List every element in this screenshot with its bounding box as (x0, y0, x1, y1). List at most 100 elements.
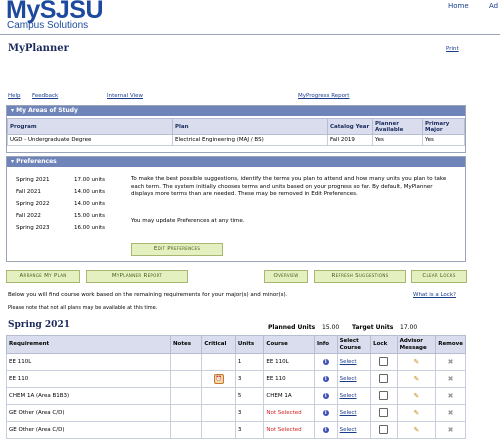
cell-info: i (313, 353, 338, 371)
preferences-description: To make the best possible suggestions, i… (131, 176, 447, 197)
cell-remove: ✖ (435, 387, 466, 405)
info-text: Below you will find course work based on… (8, 292, 288, 298)
cell-notes (169, 370, 203, 388)
cell-remove: ✖ (435, 404, 466, 422)
areas-of-study-table: Program Plan Catalog Year Planner Availa… (7, 118, 465, 146)
cell-lock (370, 353, 398, 371)
cell-select: Select (336, 370, 372, 388)
cell-select: Select (336, 353, 372, 371)
remove-x-icon[interactable]: ✖ (448, 409, 454, 417)
cell-course: Not Selected (263, 404, 315, 422)
arrange-my-plan-button[interactable]: Arrange My Plan (6, 270, 80, 283)
cell-notes (169, 404, 203, 422)
refresh-suggestions-button[interactable]: Refresh Suggestions (314, 270, 406, 283)
note-text: Please note that not all plans may be av… (8, 305, 158, 311)
list-item: Spring 2021 17.00 units (16, 177, 106, 183)
progress-report-link[interactable]: MyProgress Report (298, 93, 349, 99)
lock-checkbox[interactable] (379, 390, 389, 400)
table-row: GE Other (Area C/D) 3 Not Selected i Sel… (6, 404, 466, 422)
select-course-link[interactable]: Select (340, 427, 357, 433)
lock-checkbox[interactable] (379, 424, 389, 434)
list-item: Fall 2021 14.00 units (16, 189, 106, 195)
select-course-link[interactable]: Select (340, 410, 357, 416)
what-is-lock-link[interactable]: What is a Lock? (413, 292, 456, 298)
preferences-header[interactable]: ▾ Preferences (7, 157, 465, 167)
header-divider (0, 34, 500, 35)
term-plan-table: Requirement Notes Critical Units Course … (6, 335, 466, 439)
term-title: Spring 2021 (8, 320, 70, 330)
list-item: Fall 2022 15.00 units (16, 213, 106, 219)
list-item: Spring 2023 16.00 units (16, 225, 106, 231)
areas-of-study-header[interactable]: ▾ My Areas of Study (7, 106, 465, 116)
cell-info: i (313, 421, 338, 439)
lock-checkbox[interactable] (379, 356, 389, 366)
lock-checkbox[interactable] (379, 407, 389, 417)
pencil-icon[interactable]: ✎ (413, 375, 419, 383)
cell-course: CHEM 1A (263, 387, 315, 405)
target-units-value: 17.00 (400, 324, 418, 331)
clear-locks-button[interactable]: Clear Locks (411, 270, 467, 283)
cell-info: i (313, 370, 338, 388)
col-critical: Critical (201, 335, 236, 354)
cell-plan: Electrical Engineering (MAJ / BS) (172, 134, 328, 146)
remove-x-icon[interactable]: ✖ (448, 358, 454, 366)
planned-units-label: Planned Units (268, 324, 316, 331)
feedback-link[interactable]: Feedback (32, 93, 58, 99)
cell-critical (201, 404, 236, 422)
print-link[interactable]: Print (446, 46, 459, 52)
cell-course: Not Selected (263, 421, 315, 439)
cell-planner-available: Yes (372, 134, 423, 146)
top-link-ad[interactable]: Ad (489, 2, 498, 10)
col-advisor-message: Advisor Message (396, 335, 437, 354)
cell-course: EE 110L (263, 353, 315, 371)
cell-advisor: ✎ (396, 421, 437, 439)
cell-course: EE 110 (263, 370, 315, 388)
pencil-icon[interactable]: ✎ (413, 426, 419, 434)
internal-view-link[interactable]: Internal View (107, 93, 143, 99)
term-units-list: Spring 2021 17.00 units Fall 2021 14.00 un… (16, 174, 116, 234)
remove-x-icon[interactable]: ✖ (448, 375, 454, 383)
cell-advisor: ✎ (396, 387, 437, 405)
select-course-link[interactable]: Select (340, 393, 357, 399)
remove-x-icon[interactable]: ✖ (448, 392, 454, 400)
home-link[interactable]: Home (448, 2, 469, 10)
col-notes: Notes (169, 335, 203, 354)
info-icon[interactable]: i (322, 393, 329, 399)
cell-requirement: EE 110L (6, 353, 171, 371)
cell-requirement: GE Other (Area C/D) (6, 404, 171, 422)
edit-preferences-button[interactable]: Edit Preferences (131, 243, 223, 256)
cell-requirement: CHEM 1A (Area B1B3) (6, 387, 171, 405)
info-icon[interactable]: i (322, 359, 329, 365)
cell-critical: ⏰ (201, 370, 236, 388)
planned-units-value: 15.00 (322, 324, 340, 331)
info-icon[interactable]: i (322, 376, 329, 382)
lock-checkbox[interactable] (379, 373, 389, 383)
cell-program: UGD - Undergraduate Degree (7, 134, 173, 146)
select-course-link[interactable]: Select (340, 376, 357, 382)
pencil-icon[interactable]: ✎ (413, 358, 419, 366)
areas-of-study-title: My Areas of Study (16, 107, 78, 114)
help-link[interactable]: Help (8, 93, 21, 99)
table-row: GE Other (Area C/D) 3 Not Selected i Sel… (6, 421, 466, 439)
overview-button[interactable]: Overview (264, 270, 308, 283)
pencil-icon[interactable]: ✎ (413, 392, 419, 400)
page-title: MyPlanner (8, 43, 69, 54)
myplanner-report-button[interactable]: MyPlanner Report (86, 270, 188, 283)
cell-remove: ✖ (435, 353, 466, 371)
select-course-link[interactable]: Select (340, 359, 357, 365)
cell-units: 3 (234, 370, 265, 388)
cell-requirement: GE Other (Area C/D) (6, 421, 171, 439)
remove-x-icon[interactable]: ✖ (448, 426, 454, 434)
info-icon[interactable]: i (322, 410, 329, 416)
cell-advisor: ✎ (396, 404, 437, 422)
info-icon[interactable]: i (322, 427, 329, 433)
pencil-icon[interactable]: ✎ (413, 409, 419, 417)
cell-select: Select (336, 404, 372, 422)
cell-select: Select (336, 387, 372, 405)
table-row: CHEM 1A (Area B1B3) 5 CHEM 1A i Select ✎… (6, 387, 466, 405)
areas-of-study-panel: ▾ My Areas of Study Program Plan Catalog… (6, 105, 466, 153)
cell-remove: ✖ (435, 421, 466, 439)
table-row: EE 110L 1 EE 110L i Select ✎ ✖ (6, 353, 466, 371)
col-remove: Remove (435, 335, 466, 354)
col-program: Program (7, 118, 173, 135)
